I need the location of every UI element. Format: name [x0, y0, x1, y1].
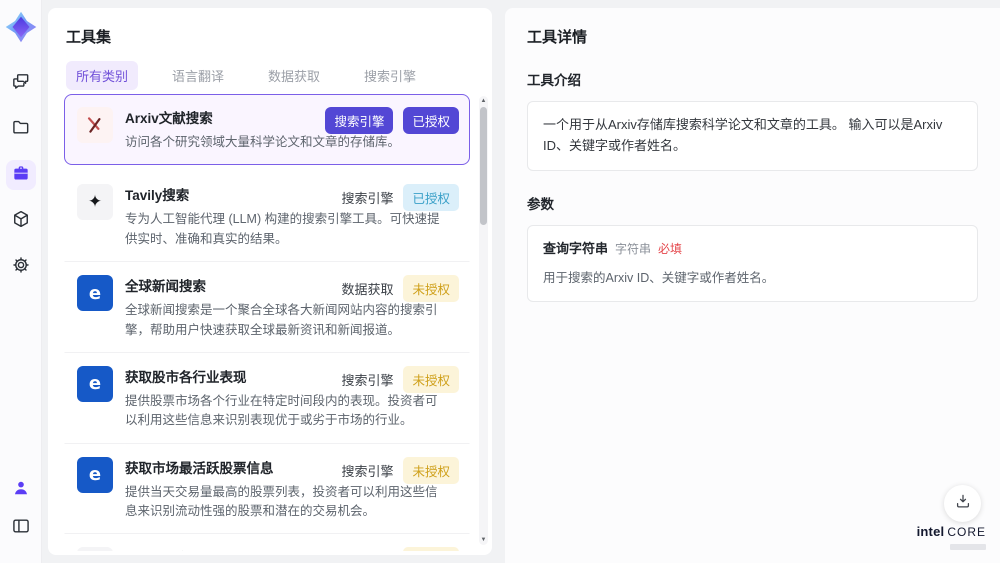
sidebar-item-files[interactable] — [6, 114, 36, 144]
tool-card[interactable]: Arxiv文献搜索 访问各个研究领域大量科学论文和文章的存储库。 搜索引擎 已授权 — [64, 94, 470, 166]
tool-meta: 搜索引擎 已授权 — [341, 184, 459, 212]
cube-icon — [11, 209, 31, 234]
category-label: 搜索引擎 — [341, 372, 394, 388]
tool-meta: 搜索引擎未授权 — [341, 547, 459, 551]
download-icon — [954, 492, 972, 515]
user-icon — [11, 478, 31, 503]
gear-icon — [11, 255, 31, 280]
intro-box: 一个用于从Arxiv存储库搜索科学论文和文章的工具。 输入可以是Arxiv ID… — [527, 101, 978, 171]
download-button[interactable] — [944, 485, 981, 522]
tool-card[interactable]: e 获取股市各行业表现 提供股票市场各个行业在特定时间段内的表现。投资者可以利用这些… — [64, 353, 470, 444]
scrollbar-thumb[interactable] — [480, 107, 487, 225]
category-label: 搜索引擎 — [341, 191, 394, 207]
sidebar-item-toolset[interactable] — [5, 160, 36, 190]
toolset-title: 工具集 — [66, 29, 112, 46]
detail-title: 工具详情 — [527, 29, 588, 46]
news-logo-icon: e — [77, 456, 113, 493]
sidebar-bottom — [6, 475, 36, 551]
category-label: 数据获取 — [341, 282, 394, 298]
building-icon — [77, 547, 113, 551]
tool-description: 专为人工智能代理 (LLM) 构建的搜索引擎工具。可快速提供实时、准确和真实的结… — [125, 212, 440, 246]
tool-meta: 搜索引擎未授权 — [341, 365, 459, 393]
tool-meta: 搜索引擎未授权 — [341, 456, 459, 484]
toolset-panel: 工具集 所有类别 语言翻译 数据获取 搜索引擎 Arxiv文献搜索 访问各个研究领域大量… — [48, 8, 492, 555]
arxiv-logo-icon — [77, 107, 113, 143]
params-box: 查询字符串 字符串 必填用于搜索的Arxiv ID、关键字或作者姓名。 — [527, 224, 978, 303]
parameter-name: 查询字符串 — [543, 240, 609, 256]
tavily-star-icon: ✦ — [77, 184, 113, 221]
tool-list: Arxiv文献搜索 访问各个研究领域大量科学论文和文章的存储库。 搜索引擎 已授权 ✦ T… — [64, 94, 470, 551]
chat-icon — [11, 71, 31, 96]
intel-brand-text: intel — [916, 524, 945, 540]
tab-category-1[interactable]: 语言翻译 — [162, 61, 234, 90]
parameter-type: 字符串 — [615, 241, 652, 256]
app-sidebar — [0, 0, 42, 563]
sidebar-nav — [5, 68, 36, 298]
scroll-up-icon[interactable]: ▲ — [479, 98, 488, 104]
parameter-description: 用于搜索的Arxiv ID、关键字或作者姓名。 — [543, 271, 775, 286]
parameter-row: 查询字符串 字符串 必填用于搜索的Arxiv ID、关键字或作者姓名。 — [543, 239, 962, 289]
category-label: 搜索引擎 — [341, 463, 394, 479]
params-heading: 参数 — [527, 196, 554, 212]
status-badge: 已授权 — [403, 107, 459, 134]
tool-meta: 数据获取 未授权 — [341, 275, 459, 303]
status-badge: 未授权 — [403, 275, 459, 303]
folder-icon — [11, 117, 31, 142]
tool-card[interactable]: ✦ Tavily搜索 专为人工智能代理 (LLM) 构建的搜索引擎工具。可快速提供实… — [64, 171, 470, 263]
core-brand-text: CORE — [947, 525, 986, 540]
status-badge: 未授权 — [403, 456, 459, 484]
tab-category-3[interactable]: 搜索引擎 — [354, 61, 426, 90]
tool-description: 提供当天交易量最高的股票列表，投资者可以利用这些信息来识别流动性强的股票和潜在的… — [125, 484, 438, 518]
intro-heading: 工具介绍 — [527, 73, 581, 88]
category-badge: 搜索引擎 — [325, 107, 394, 134]
app-logo-icon — [4, 10, 38, 44]
tab-category-0[interactable]: 所有类别 — [66, 61, 139, 90]
news-logo-icon: e — [77, 365, 113, 402]
intel-core-logo: intel CORE — [917, 523, 986, 550]
list-scrollbar[interactable]: ▲ ▼ — [479, 96, 488, 545]
news-logo-icon: e — [77, 275, 113, 312]
sidebar-item-chat[interactable] — [6, 68, 36, 98]
sidebar-item-account[interactable] — [6, 475, 36, 505]
intel-logo-subline — [950, 544, 986, 550]
parameter-required-flag: 必填 — [658, 241, 683, 256]
sidebar-item-packages[interactable] — [6, 206, 36, 236]
sidebar-item-collapse-sidebar[interactable] — [6, 513, 36, 543]
tool-description: 提供股票市场各个行业在特定时间段内的表现。投资者可以利用这些信息来识别表现优于或… — [125, 393, 438, 428]
tool-card[interactable]: 万维地区新闻查询查询具体行政区划内的新闻，快速了解各地新闻动搜索引擎未授权 — [64, 534, 470, 551]
status-badge: 已授权 — [403, 184, 459, 212]
status-badge: 未授权 — [403, 547, 459, 551]
tool-description: 访问各个研究领域大量科学论文和文章的存储库。 — [125, 135, 401, 149]
tool-detail-panel: 工具详情 工具介绍 一个用于从Arxiv存储库搜索科学论文和文章的工具。 输入可… — [505, 8, 1000, 563]
scroll-down-icon[interactable]: ▼ — [479, 537, 488, 543]
category-tabs: 所有类别 语言翻译 数据获取 搜索引擎 — [66, 61, 474, 90]
status-badge: 未授权 — [403, 365, 459, 393]
tool-meta: 搜索引擎 已授权 — [325, 107, 459, 134]
tool-description: 全球新闻搜索是一个聚合全球各大新闻网站内容的搜索引擎，帮助用户快速获取全球最新资… — [125, 303, 438, 337]
tab-category-2[interactable]: 数据获取 — [258, 61, 330, 90]
briefcase-icon — [11, 163, 31, 188]
tool-card[interactable]: e 全球新闻搜索 全球新闻搜索是一个聚合全球各大新闻网站内容的搜索引擎，帮助用户快速… — [64, 262, 470, 353]
panel-icon — [11, 516, 31, 541]
sidebar-item-settings[interactable] — [6, 252, 36, 282]
tool-card[interactable]: e 获取市场最活跃股票信息 提供当天交易量最高的股票列表，投资者可以利用这些信息来识… — [64, 444, 470, 535]
